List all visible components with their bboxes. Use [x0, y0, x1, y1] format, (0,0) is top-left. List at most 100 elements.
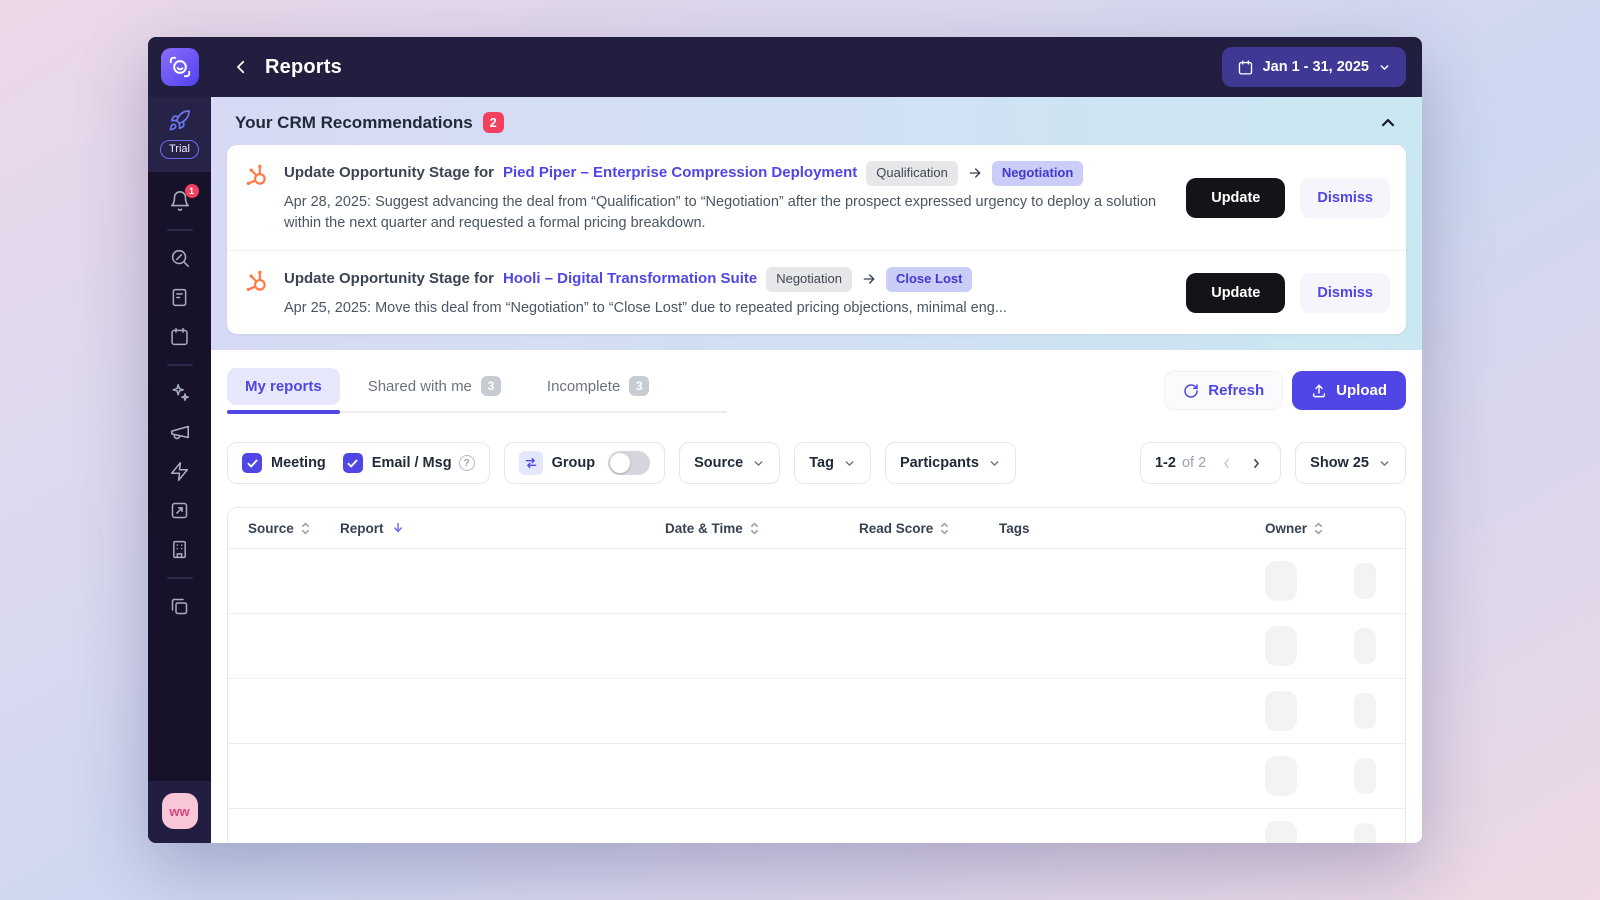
column-label: Owner [1265, 520, 1308, 536]
email-msg-checkbox[interactable] [342, 453, 363, 474]
group-filter: Group [503, 442, 666, 485]
tab-label: Shared with me [367, 377, 472, 395]
tab-count-badge: 3 [480, 376, 501, 397]
rocket-icon[interactable] [168, 108, 192, 132]
bell-icon[interactable]: 1 [168, 184, 199, 213]
image-export-icon[interactable] [168, 498, 192, 522]
chevron-left-icon [1224, 458, 1230, 468]
top-bar: Reports Jan 1 - 31, 2025 [211, 37, 1422, 97]
trial-badge[interactable]: Trial [160, 140, 199, 159]
table-header-row: Source Report Date & Time Read Score Tag… [228, 508, 1405, 548]
sort-icon [750, 522, 758, 535]
recommendation-actions: Update Dismiss [1186, 273, 1390, 314]
upload-button[interactable]: Upload [1292, 371, 1406, 411]
tag-label: Tag [809, 455, 834, 472]
sparkles-icon[interactable] [168, 381, 192, 405]
back-button[interactable] [227, 53, 255, 81]
copy-icon[interactable] [168, 594, 192, 618]
skeleton-cell [1265, 561, 1297, 602]
column-header-read-score[interactable]: Read Score [859, 521, 999, 536]
show-label: Show 25 [1310, 455, 1369, 472]
tab-my-reports[interactable]: My reports [227, 367, 340, 414]
sort-icon [941, 522, 949, 535]
tag-dropdown[interactable]: Tag [794, 442, 871, 485]
table-row [228, 678, 1405, 743]
dismiss-button[interactable]: Dismiss [1300, 273, 1390, 314]
tab-shared-with-me[interactable]: Shared with me 3 [350, 366, 519, 406]
sort-icon [301, 522, 309, 535]
sort-desc-icon [393, 523, 402, 533]
collapse-button[interactable] [1378, 113, 1398, 133]
next-page-button[interactable] [1247, 456, 1266, 471]
lightning-icon[interactable] [168, 459, 192, 483]
opportunity-link[interactable]: Pied Piper – Enterprise Compression Depl… [503, 163, 857, 183]
recommendation-body: Update Opportunity Stage for Pied Piper … [284, 161, 1162, 235]
stage-from-badge: Negotiation [766, 267, 852, 292]
tab-incomplete[interactable]: Incomplete 3 [529, 366, 667, 406]
pagination: 1-2 of 2 [1139, 442, 1282, 485]
update-button[interactable]: Update [1186, 178, 1286, 219]
recommendations-banner: Your CRM Recommendations 2 Update Opport… [211, 97, 1422, 351]
show-per-page-dropdown[interactable]: Show 25 [1295, 442, 1406, 485]
page-title: Reports [265, 55, 342, 78]
skeleton-cell [1265, 691, 1297, 732]
column-header-date-time[interactable]: Date & Time [665, 521, 859, 536]
refresh-icon [1184, 384, 1199, 398]
sidebar-divider [166, 364, 193, 366]
skeleton-cell [1354, 823, 1376, 843]
participants-label: Particpants [899, 455, 979, 472]
table-row [228, 613, 1405, 678]
calendar-icon[interactable] [168, 324, 192, 348]
pagination-of: of 2 [1181, 455, 1207, 472]
tab-label: Incomplete [546, 377, 621, 395]
stage-to-badge: Negotiation [991, 161, 1084, 186]
update-button[interactable]: Update [1186, 273, 1286, 314]
participants-dropdown[interactable]: Particpants [884, 442, 1016, 485]
recommendations-count-badge: 2 [482, 112, 504, 133]
tabs-group: My reports Shared with me 3 Incomplete 3 [227, 366, 728, 415]
chevron-down-icon [845, 461, 854, 466]
column-header-owner[interactable]: Owner [1265, 521, 1385, 536]
sort-icon [1315, 522, 1323, 535]
skeleton-cell [1354, 693, 1376, 730]
recommendation-description: Apr 25, 2025: Move this deal from “Negot… [284, 299, 1007, 316]
date-range-label: Jan 1 - 31, 2025 [1262, 59, 1369, 75]
user-avatar[interactable]: ww [161, 793, 198, 829]
date-range-picker[interactable]: Jan 1 - 31, 2025 [1221, 47, 1406, 87]
megaphone-icon[interactable] [168, 420, 192, 444]
source-dropdown[interactable]: Source [679, 442, 781, 485]
pagination-range: 1-2 [1154, 455, 1176, 472]
sidebar-divider [166, 577, 193, 579]
source-label: Source [694, 455, 744, 472]
smiley-camera-icon [169, 56, 190, 78]
table-row [228, 808, 1405, 843]
sidebar-divider [166, 229, 193, 231]
reports-table: Source Report Date & Time Read Score Tag… [227, 507, 1406, 843]
calendar-icon [1238, 59, 1252, 75]
sidebar-nav: 1 [148, 172, 211, 781]
skeleton-cell [1265, 626, 1297, 667]
recommendation-body: Update Opportunity Stage for Hooli – Dig… [284, 267, 1162, 319]
group-toggle[interactable] [608, 451, 651, 476]
column-header-source[interactable]: Source [248, 521, 340, 536]
logo-area [148, 37, 211, 97]
dismiss-button[interactable]: Dismiss [1300, 178, 1390, 219]
column-label: Date & Time [665, 520, 743, 536]
document-icon[interactable] [168, 285, 192, 309]
app-logo[interactable] [160, 48, 199, 86]
meeting-checkbox[interactable] [242, 453, 262, 474]
column-header-report[interactable]: Report [340, 521, 665, 536]
recommendation-item: Update Opportunity Stage for Pied Piper … [227, 145, 1406, 250]
tab-count-badge: 3 [629, 376, 650, 397]
refresh-button[interactable]: Refresh [1164, 371, 1284, 411]
table-row [228, 548, 1405, 613]
prev-page-button[interactable] [1217, 456, 1236, 471]
building-icon[interactable] [168, 537, 192, 561]
check-icon [347, 459, 358, 468]
search-icon[interactable] [168, 246, 192, 270]
help-icon[interactable] [458, 455, 475, 472]
opportunity-link[interactable]: Hooli – Digital Transformation Suite [503, 269, 757, 289]
email-msg-label: Email / Msg [371, 455, 452, 472]
column-header-tags[interactable]: Tags [999, 521, 1249, 536]
arrow-right-icon [967, 165, 983, 181]
